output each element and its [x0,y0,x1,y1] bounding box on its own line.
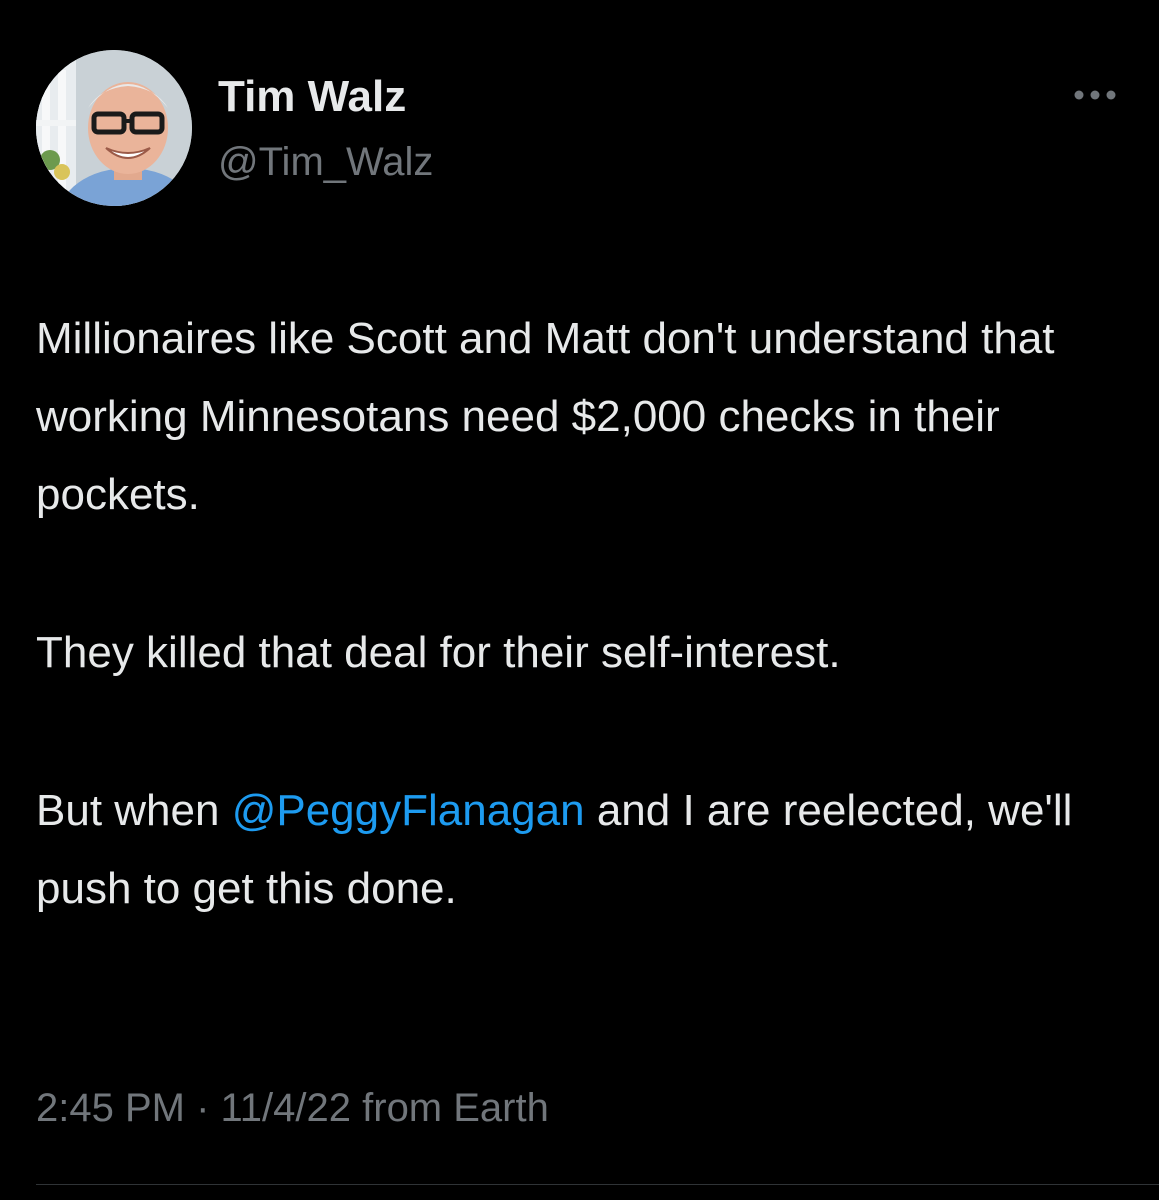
more-options-button[interactable] [1068,80,1122,110]
more-horizontal-icon [1074,90,1116,100]
tweet-paragraph: But when @PeggyFlanagan and I are reelec… [36,772,1126,928]
mention-link[interactable]: @PeggyFlanagan [232,786,585,835]
tweet-source: from Earth [351,1086,549,1130]
avatar[interactable] [36,50,192,206]
avatar-photo [36,50,192,206]
author-handle[interactable]: @Tim_Walz [218,140,433,185]
tweet-text: Millionaires like Scott and Matt don't u… [36,300,1126,928]
meta-separator: · [184,1086,221,1130]
divider [36,1184,1159,1185]
tweet-time[interactable]: 2:45 PM [36,1086,185,1130]
tweet-paragraph: Millionaires like Scott and Matt don't u… [36,314,1055,519]
author-name[interactable]: Tim Walz [218,72,406,122]
tweet-date[interactable]: 11/4/22 [221,1086,352,1130]
tweet-metadata: 2:45 PM · 11/4/22 from Earth [36,1086,549,1131]
tweet: Tim Walz @Tim_Walz Millionaires like Sco… [0,0,1159,1200]
tweet-text-segment: But when [36,786,232,835]
tweet-paragraph: They killed that deal for their self-int… [36,628,841,677]
